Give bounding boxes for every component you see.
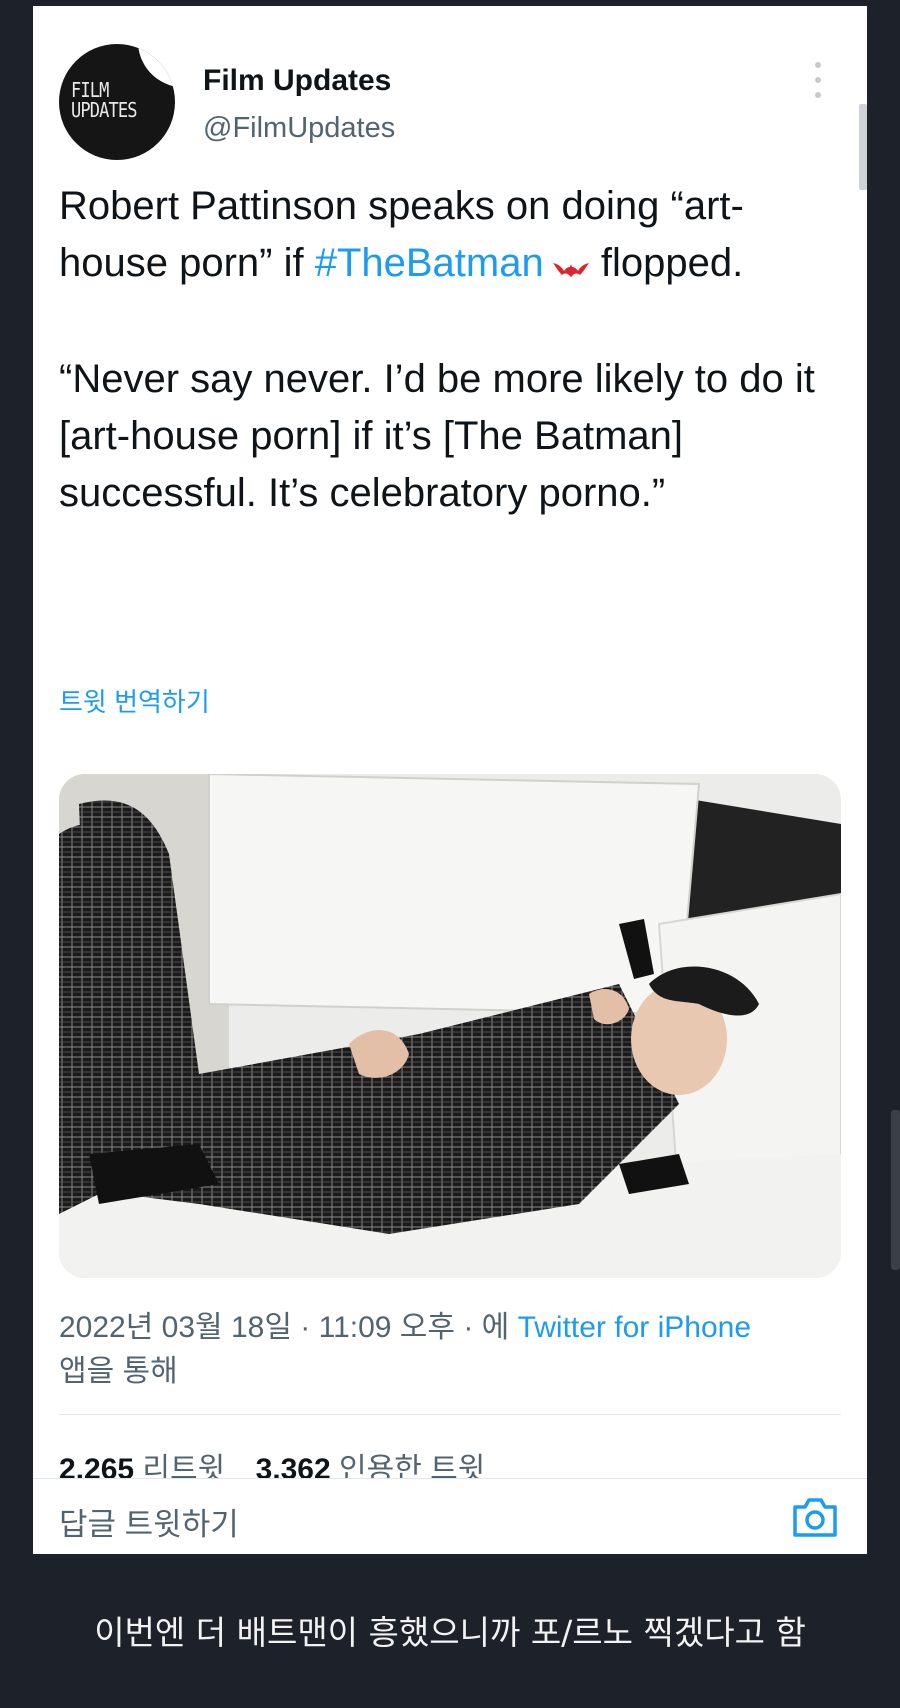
reply-bar: 답글 트윗하기 [33, 1478, 867, 1554]
more-vertical-icon-dot [815, 77, 821, 83]
hashtag-link[interactable]: #TheBatman [315, 241, 544, 285]
author-handle[interactable]: @FilmUpdates [203, 112, 395, 145]
tweet-timestamp[interactable]: 2022년 03월 18일 · 11:09 오후 · 에 [59, 1311, 518, 1344]
tweet-paragraph-1: Robert Pattinson speaks on doing “art-ho… [59, 178, 849, 294]
tweet-text-after-hashtag: flopped. [589, 241, 744, 285]
bat-emoji-icon [552, 237, 590, 294]
avatar-logo-text: FILM UPDATES [71, 78, 138, 122]
divider [59, 1414, 841, 1415]
tweet-quote: “Never say never. I’d be more likely to … [59, 356, 815, 515]
camera-button[interactable] [791, 1495, 839, 1544]
tweet-photo[interactable] [59, 774, 841, 1278]
tweet-body: Robert Pattinson speaks on doing “art-ho… [59, 178, 849, 522]
avatar[interactable]: FILM UPDATES [59, 44, 175, 160]
more-vertical-icon [815, 62, 821, 68]
more-vertical-icon-dot [815, 92, 821, 98]
caption-text: 이번엔 더 배트맨이 흥했으니까 포/르노 찍겠다고 함 [94, 1613, 806, 1652]
tweet-source-link[interactable]: Twitter for iPhone [518, 1311, 751, 1344]
translate-tweet-link[interactable]: 트윗 번역하기 [59, 682, 210, 719]
author-name[interactable]: Film Updates [203, 64, 391, 98]
tweet-source-suffix: 앱을 통해 [59, 1355, 178, 1388]
camera-icon [793, 1498, 837, 1537]
tweet-card: FILM UPDATES Film Updates @FilmUpdates R… [33, 6, 867, 1554]
outer-scrollbar-thumb[interactable] [891, 1110, 900, 1270]
avatar-peel-corner [132, 44, 175, 87]
tweet-meta: 2022년 03월 18일 · 11:09 오후 · 에 Twitter for… [59, 1306, 849, 1394]
scrollbar-thumb[interactable] [859, 104, 867, 190]
more-options-button[interactable] [808, 62, 828, 98]
reply-input[interactable]: 답글 트윗하기 [59, 1499, 239, 1544]
photo-illustration [59, 774, 841, 1278]
